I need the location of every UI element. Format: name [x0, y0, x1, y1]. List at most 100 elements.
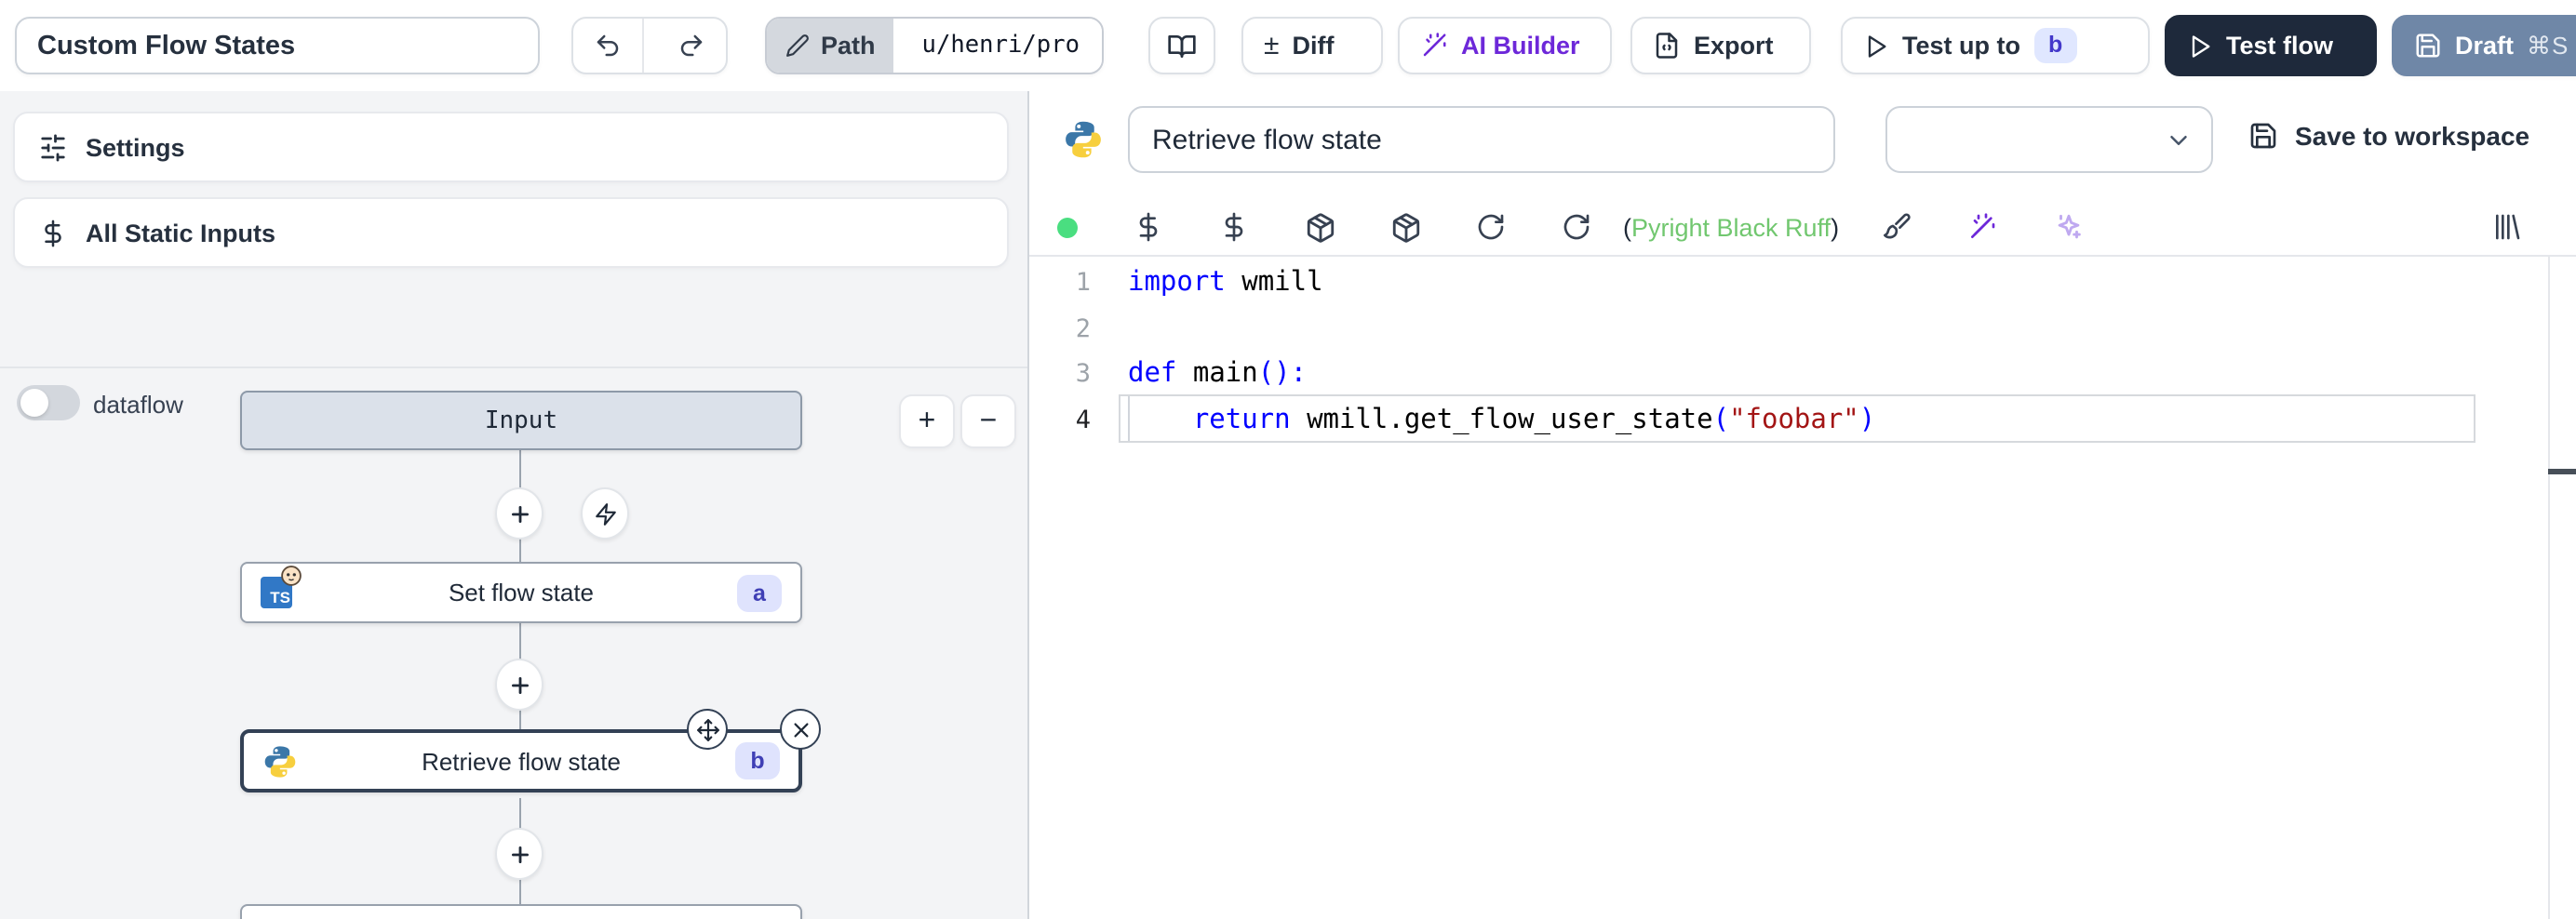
dollar-icon	[1134, 212, 1163, 242]
python-icon	[262, 743, 298, 779]
package-icon	[1304, 211, 1335, 243]
ai-builder-label: AI Builder	[1461, 32, 1580, 60]
play-icon	[1863, 33, 1889, 59]
undo-redo-group	[571, 17, 728, 74]
step-name-input[interactable]: Retrieve flow state	[1128, 106, 1835, 173]
step-editor-panel: Retrieve flow state Save to workspace (P…	[1029, 91, 2576, 919]
zoom-out-button[interactable]: −	[960, 394, 1016, 448]
docs-button[interactable]	[1148, 17, 1215, 74]
export-button[interactable]: Export	[1630, 17, 1811, 74]
add-step-button-3[interactable]	[495, 828, 543, 880]
save-to-workspace-label: Save to workspace	[2295, 121, 2529, 151]
edge-input-to-set-2	[519, 538, 521, 562]
pencil-icon	[785, 33, 810, 58]
plus-circle-icon	[507, 842, 531, 866]
zoom-in-button[interactable]: +	[899, 394, 955, 448]
set-node-label: Set flow state	[449, 579, 594, 606]
ai-edit-button[interactable]	[1939, 212, 2025, 242]
code-assistants-label: (Pyright Black Ruff)	[1623, 213, 1839, 241]
reload-icon-button-2[interactable]	[1534, 212, 1619, 242]
face-emoji-icon	[281, 566, 302, 586]
rotate-cw-icon	[1476, 212, 1506, 242]
dataflow-toggle[interactable]	[17, 385, 80, 420]
reload-icon-button[interactable]	[1448, 212, 1534, 242]
path-label-segment: Path	[767, 19, 894, 73]
edge-set-to-retrieve	[519, 623, 521, 660]
test-up-to-label: Test up to	[1902, 32, 2020, 60]
ai-suggest-button[interactable]	[2025, 211, 2111, 243]
play-icon	[2187, 33, 2213, 59]
dependencies-icon-button-2[interactable]	[1362, 211, 1448, 243]
flow-node-input[interactable]: Input	[240, 391, 802, 450]
ai-wand-icon	[1967, 212, 1997, 242]
overview-ruler-cursor-mark	[2548, 469, 2576, 474]
move-step-button[interactable]	[687, 709, 728, 750]
all-static-inputs-button[interactable]: All Static Inputs	[13, 197, 1009, 268]
test-flow-label: Test flow	[2226, 32, 2333, 60]
input-node-label: Input	[485, 406, 557, 434]
gutter: 1234	[1029, 260, 1091, 443]
code-lines: import wmill def main(): return wmill.ge…	[1128, 260, 1875, 443]
path-label: Path	[821, 32, 876, 60]
test-up-to-step-badge: b	[2033, 28, 2077, 63]
path-button[interactable]: Path u/henri/pro	[765, 17, 1104, 74]
static-inputs-icon-button-2[interactable]	[1191, 212, 1277, 242]
version-select[interactable]	[1885, 106, 2213, 173]
save-draft-button[interactable]: Draft ⌘S	[2392, 15, 2576, 76]
trigger-button[interactable]	[581, 487, 629, 539]
library-icon	[2492, 212, 2522, 242]
sliders-icon	[39, 133, 67, 161]
add-step-button-2[interactable]	[495, 659, 543, 711]
settings-button[interactable]: Settings	[13, 112, 1009, 182]
flow-title-input[interactable]: Custom Flow States	[15, 17, 540, 74]
overview-ruler[interactable]	[2548, 257, 2550, 919]
delete-step-button[interactable]	[780, 709, 821, 750]
move-icon	[695, 717, 719, 741]
draft-label: Draft	[2455, 32, 2514, 60]
floppy-disk-icon	[2248, 121, 2278, 151]
status-indicator	[1029, 217, 1106, 237]
flow-node-set-flow-state[interactable]: TS Set flow state a	[240, 562, 802, 623]
step-name-value: Retrieve flow state	[1152, 124, 1382, 155]
set-node-id-badge: a	[737, 574, 782, 611]
script-library-button[interactable]	[2464, 212, 2550, 242]
diff-button[interactable]: ± Diff	[1241, 17, 1383, 74]
flow-title-value: Custom Flow States	[37, 31, 295, 60]
python-icon	[1063, 119, 1104, 160]
save-to-workspace-button[interactable]: Save to workspace	[2248, 121, 2529, 151]
test-flow-button[interactable]: Test flow	[2165, 15, 2377, 76]
status-dot-icon	[1057, 217, 1078, 237]
retrieve-node-id-badge: b	[735, 742, 780, 779]
edge-set-to-retrieve-2	[519, 709, 521, 729]
path-value: u/henri/pro	[907, 19, 1102, 73]
chevron-down-icon	[2165, 127, 2193, 154]
graph-separator	[0, 366, 1027, 368]
wand-sparkles-icon	[1420, 32, 1448, 60]
redo-button[interactable]	[657, 19, 726, 73]
floppy-disk-icon	[2414, 32, 2442, 60]
add-step-button-1[interactable]	[495, 487, 543, 539]
edge-retrieve-to-result	[519, 798, 521, 830]
dataflow-label: dataflow	[93, 391, 183, 419]
ai-builder-button[interactable]: AI Builder	[1398, 17, 1612, 74]
ts-label: TS	[270, 588, 290, 606]
package-icon	[1389, 211, 1421, 243]
export-label: Export	[1694, 32, 1774, 60]
bolt-icon	[593, 501, 617, 526]
toggle-knob	[20, 389, 48, 417]
code-editor[interactable]: 1234 import wmill def main(): return wmi…	[1029, 257, 2576, 919]
format-code-button[interactable]	[1854, 212, 1939, 242]
all-static-inputs-label: All Static Inputs	[86, 219, 275, 246]
test-up-to-button[interactable]: Test up to b	[1841, 17, 2150, 74]
dollar-icon	[1219, 212, 1249, 242]
plus-minus-icon: ±	[1264, 30, 1279, 61]
flow-node-result[interactable]: Result	[240, 904, 802, 919]
undo-button[interactable]	[573, 19, 644, 73]
static-inputs-icon-button[interactable]	[1106, 212, 1191, 242]
dollar-icon	[39, 219, 67, 246]
dependencies-icon-button[interactable]	[1277, 211, 1362, 243]
close-icon	[790, 719, 811, 739]
typescript-icon: TS	[261, 577, 292, 608]
retrieve-node-label: Retrieve flow state	[422, 747, 621, 775]
sparkles-icon	[2052, 211, 2084, 243]
